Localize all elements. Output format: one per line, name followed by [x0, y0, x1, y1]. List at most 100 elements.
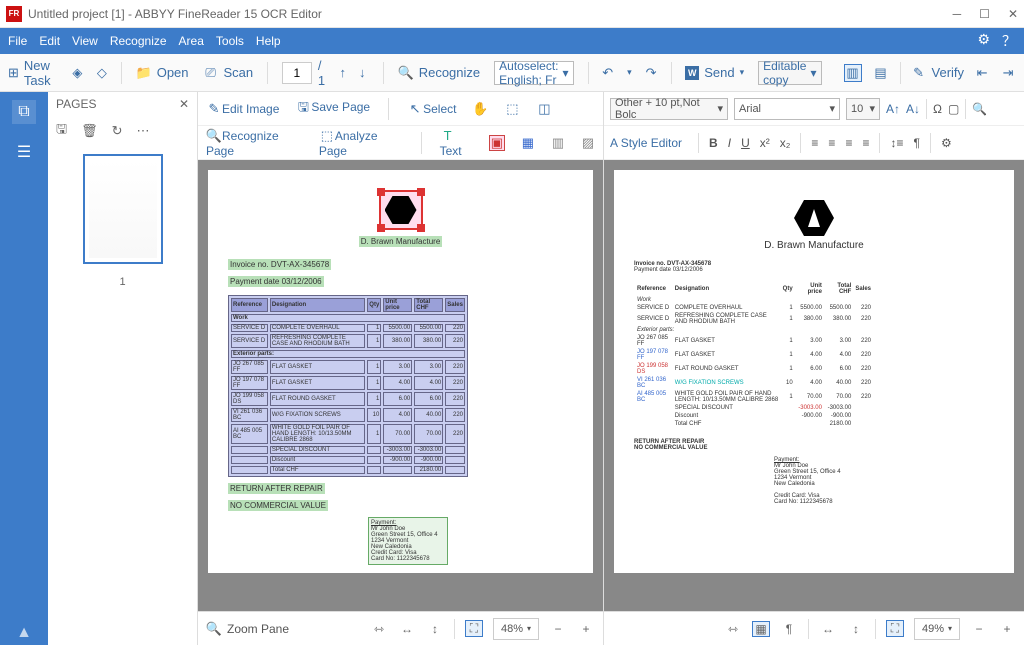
zoom-value[interactable]: 48%▾ — [493, 618, 539, 640]
subscript-icon[interactable]: x₂ — [780, 136, 791, 150]
align-justify-icon[interactable]: ≡ — [862, 136, 869, 150]
layout-single-icon[interactable]: ▤ — [872, 64, 890, 82]
rp-zoom-value[interactable]: 49%▾ — [914, 618, 960, 640]
style-dropdown[interactable]: Other + 10 pt,Not Bolc▾ — [610, 98, 728, 120]
menu-file[interactable]: File — [8, 34, 27, 48]
warnings-icon[interactable]: ▲ — [12, 621, 36, 645]
text-region-tool[interactable]: TText — [440, 128, 473, 158]
line-spacing-icon[interactable]: ↕≡ — [890, 136, 903, 150]
barcode-region-icon[interactable]: ▥ — [551, 135, 565, 151]
menu-help[interactable]: Help — [256, 34, 281, 48]
rp-arrows-h-icon[interactable]: ↔ — [819, 622, 837, 636]
underline-icon[interactable]: U — [741, 136, 750, 150]
align-left-icon[interactable]: ≡ — [811, 136, 818, 150]
picture-region[interactable] — [379, 190, 423, 230]
redo-icon[interactable]: ↷ — [646, 65, 657, 81]
text-pane: Other + 10 pt,Not Bolc▾ Arial▾ 10▾ A↑ A↓… — [604, 92, 1024, 645]
background-region-icon[interactable]: ▨ — [581, 135, 595, 151]
rp-layout-icon[interactable]: ▦ — [752, 621, 770, 637]
edit-image-button[interactable]: ✎Edit Image — [206, 101, 279, 117]
insert-picture-icon[interactable]: ▢ — [948, 102, 959, 116]
menu-recognize[interactable]: Recognize — [110, 34, 167, 48]
analyze-page-button[interactable]: ⬚Analyze Page — [319, 128, 403, 158]
rp-zoom-in-icon[interactable]: + — [998, 622, 1016, 636]
zoom-out-icon[interactable]: − — [549, 622, 567, 636]
zoom-fit-icon[interactable]: ⛶ — [465, 620, 483, 637]
find-icon[interactable]: 🔍 — [972, 102, 987, 116]
close-window-button[interactable]: ✕ — [1008, 7, 1018, 21]
editable-copy-dropdown[interactable]: Editable copy▾ — [758, 61, 821, 85]
menu-area[interactable]: Area — [179, 34, 204, 48]
rotate-icon[interactable]: ↻ — [112, 123, 123, 139]
eraser-tool-icon[interactable]: ◫ — [536, 101, 552, 117]
zoom-pane-button[interactable]: 🔍Zoom Pane — [206, 621, 289, 637]
more-format-icon[interactable]: ⚙ — [941, 136, 952, 150]
save-page-button[interactable]: 🖫Save Page — [295, 100, 370, 117]
fit-page-icon[interactable]: ↕ — [426, 622, 444, 636]
rp-arrows-v-icon[interactable]: ↕ — [847, 622, 865, 636]
bold-icon[interactable]: B — [709, 136, 718, 150]
pages-panel-icon[interactable]: ⧉ — [12, 100, 36, 124]
company-logo — [794, 200, 834, 236]
increase-font-icon[interactable]: A↑ — [886, 102, 900, 116]
menu-edit[interactable]: Edit — [39, 34, 60, 48]
omega-icon[interactable]: Ω — [933, 102, 942, 116]
recognize-button[interactable]: 🔍Recognize — [398, 65, 480, 81]
new-task-button[interactable]: ⊞New Task — [8, 58, 58, 88]
align-center-icon[interactable]: ≡ — [828, 136, 835, 150]
layout-split-icon[interactable]: ▥ — [844, 64, 862, 82]
select-tool[interactable]: ↖Select — [407, 101, 456, 117]
page-down-icon[interactable]: ↓ — [356, 65, 370, 81]
scan-button[interactable]: ⎚Scan — [203, 65, 254, 81]
fit-width-icon[interactable]: ⇿ — [370, 622, 388, 636]
minimize-button[interactable]: ─ — [953, 7, 962, 21]
verify-button[interactable]: ✎Verify — [911, 65, 965, 81]
prev-error-icon[interactable]: ⇤ — [974, 65, 990, 81]
italic-icon[interactable]: I — [728, 136, 731, 150]
recognize-page-icon: 🔍 — [206, 128, 222, 144]
delete-icon[interactable]: 🗑 — [81, 123, 98, 139]
menu-view[interactable]: View — [72, 34, 98, 48]
page-up-icon[interactable]: ↑ — [336, 65, 350, 81]
left-rail: ⧉ ☰ ▲ — [0, 92, 48, 645]
maximize-button[interactable]: ☐ — [979, 7, 990, 21]
fit-height-icon[interactable]: ↔ — [398, 622, 416, 636]
open-button[interactable]: 📁Open — [136, 65, 189, 81]
help-icon[interactable]: ？ — [1002, 31, 1016, 51]
properties-panel-icon[interactable]: ☰ — [12, 140, 36, 164]
rp-zoom-out-icon[interactable]: − — [970, 622, 988, 636]
style-editor-button[interactable]: A Style Editor — [610, 136, 682, 150]
settings-icon[interactable]: ⚙ — [977, 31, 990, 51]
superscript-icon[interactable]: x² — [760, 136, 770, 150]
table-region-icon[interactable]: ▦ — [521, 135, 535, 151]
paragraph-mark-icon[interactable]: ¶ — [913, 136, 919, 150]
company-name: D. Brawn Manufacture — [634, 240, 994, 251]
more-icon[interactable]: ⋯ — [137, 123, 150, 139]
layers-up-icon[interactable]: ◇ — [97, 65, 107, 81]
rp-fit-width-icon[interactable]: ⇿ — [724, 622, 742, 636]
next-error-icon[interactable]: ⇥ — [1000, 65, 1016, 81]
save-icon[interactable]: 🖫 — [56, 120, 67, 142]
close-panel-icon[interactable]: ✕ — [179, 97, 189, 111]
recognize-page-button[interactable]: 🔍Recognize Page — [206, 128, 303, 158]
image-document-area[interactable]: D. Brawn Manufacture Invoice no. DVT-AX-… — [198, 160, 603, 611]
undo-icon[interactable]: ↶ — [602, 65, 613, 81]
font-size-dropdown[interactable]: 10▾ — [846, 98, 880, 120]
send-button[interactable]: WSend▾ — [685, 65, 744, 80]
page-thumbnail[interactable] — [83, 154, 163, 264]
font-dropdown[interactable]: Arial▾ — [734, 98, 840, 120]
menu-tools[interactable]: Tools — [216, 34, 244, 48]
align-right-icon[interactable]: ≡ — [845, 136, 852, 150]
text-document-area[interactable]: D. Brawn Manufacture Invoice no. DVT-AX-… — [604, 160, 1024, 611]
rp-zoom-fit-icon[interactable]: ⛶ — [886, 620, 904, 637]
picture-region-icon[interactable]: ▣ — [489, 135, 505, 151]
hand-tool-icon[interactable]: ✋ — [472, 101, 488, 117]
page-current-input[interactable] — [282, 62, 312, 84]
crop-tool-icon[interactable]: ⬚ — [504, 101, 520, 117]
layers-down-icon[interactable]: ◈ — [72, 65, 82, 81]
zoom-in-icon[interactable]: + — [577, 622, 595, 636]
paydate-text-region: Payment date 03/12/2006 — [228, 276, 324, 287]
decrease-font-icon[interactable]: A↓ — [906, 102, 920, 116]
language-dropdown[interactable]: Autoselect: English; Fr▾ — [494, 61, 573, 85]
rp-pilcrow-icon[interactable]: ¶ — [780, 622, 798, 636]
